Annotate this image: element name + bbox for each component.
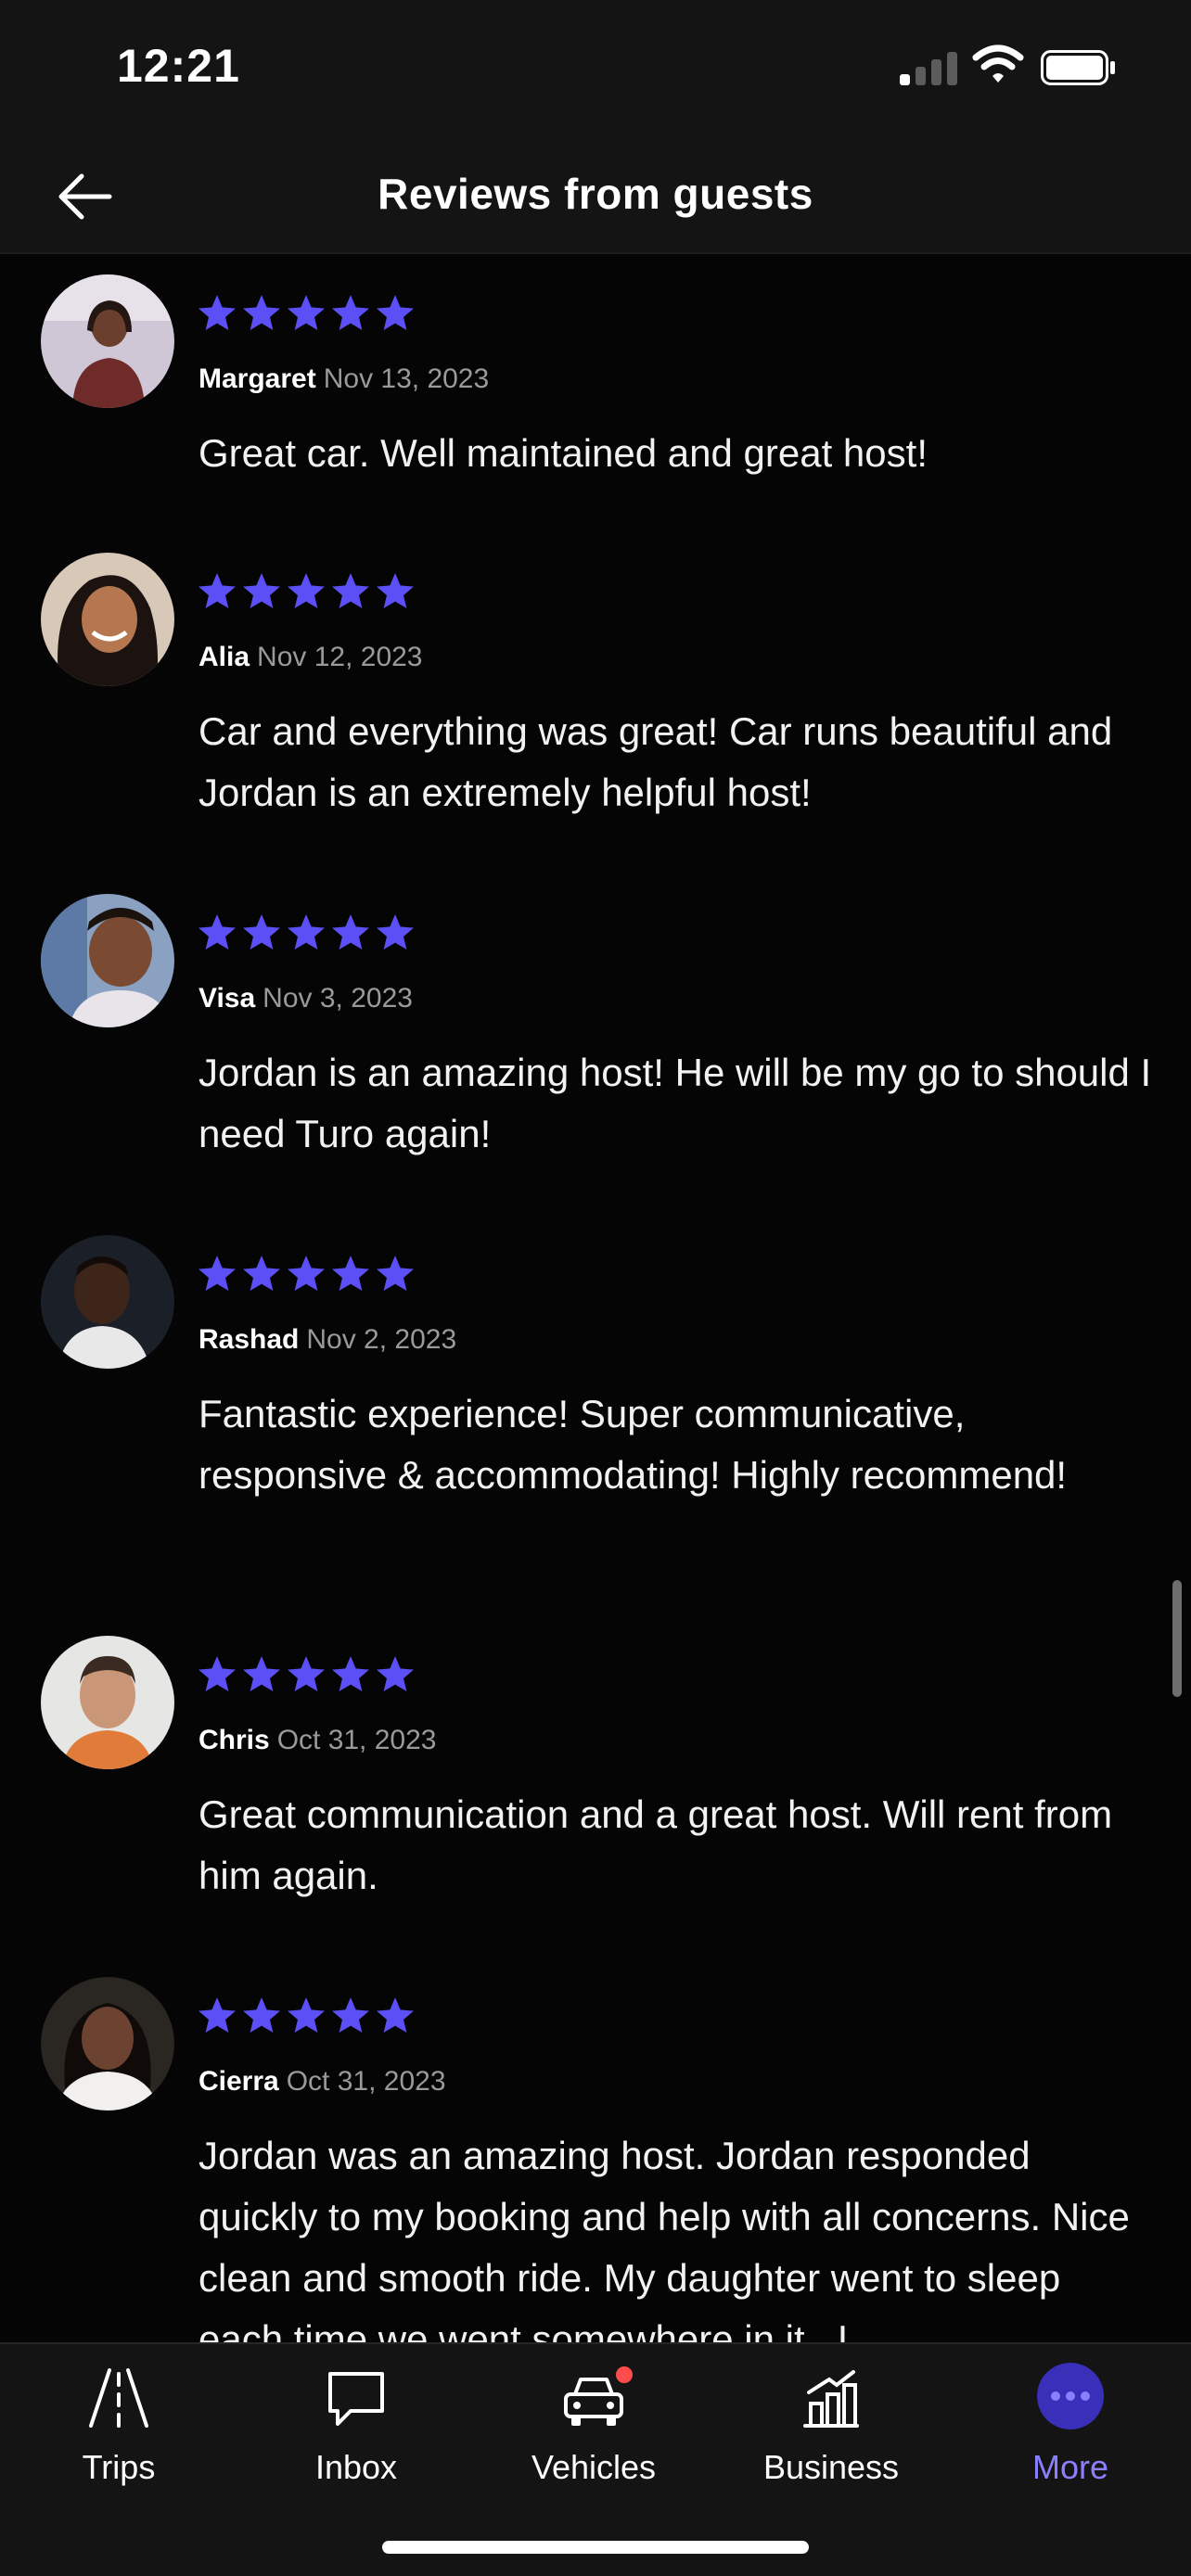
tab-label: Business [762,2448,900,2486]
page-title: Reviews from guests [378,170,813,218]
star-icon [243,295,280,330]
guest-name: Margaret [198,363,316,394]
star-icon [288,1997,325,2033]
star-icon [243,1997,280,2033]
scrollbar[interactable] [1172,1580,1182,1697]
cellular-signal-icon [900,48,957,85]
battery-icon [1041,50,1115,85]
star-icon [332,1997,369,2033]
star-icon [198,1656,236,1691]
star-rating [197,912,416,953]
review-text: Jordan was an amazing host. Jordan respo… [198,2134,1130,2342]
guest-avatar[interactable] [41,894,174,1027]
navigation-header: Reviews from guests [0,139,1191,254]
tab-business[interactable]: Business [738,2361,924,2500]
star-icon [198,295,236,330]
guest-name: Cierra [198,2066,279,2097]
star-icon [332,914,369,950]
tab-label: More [1031,2448,1109,2486]
guest-name: Alia [198,642,250,672]
tab-label: Trips [82,2448,156,2486]
wifi-icon [972,45,1024,83]
star-icon [377,1656,414,1691]
road-icon [89,2368,148,2428]
status-bar: 12:21 [0,0,1191,139]
star-rating [197,293,416,334]
review-text: Great communication and a great host. Wi… [198,1792,1113,1897]
guest-avatar[interactable] [41,1977,174,2111]
star-icon [243,914,280,950]
guest-name: Chris [198,1725,270,1755]
home-indicator[interactable] [382,2541,809,2554]
guest-avatar[interactable] [41,553,174,686]
tab-more[interactable]: More [978,2361,1163,2500]
star-icon [377,295,414,330]
review-date: Oct 31, 2023 [286,2066,446,2097]
review-date: Oct 31, 2023 [276,1725,437,1755]
star-icon [288,1256,325,1291]
star-rating [197,1996,416,2036]
status-time: 12:21 [117,40,240,92]
star-icon [198,573,236,608]
tab-label: Inbox [314,2448,398,2486]
review-date: Nov 13, 2023 [323,363,490,394]
star-icon [377,1997,414,2033]
star-icon [332,1256,369,1291]
more-dots-icon [1037,2363,1104,2429]
star-icon [332,573,369,608]
guest-avatar[interactable] [41,1636,174,1769]
star-rating [197,1654,416,1695]
star-icon [288,1656,325,1691]
star-icon [243,573,280,608]
review-date: Nov 3, 2023 [263,983,413,1014]
review-text: Jordan is an amazing host! He will be my… [198,1051,1152,1155]
review-date: Nov 2, 2023 [306,1324,457,1355]
review-date: Nov 12, 2023 [257,642,423,672]
star-icon [198,1256,236,1291]
star-icon [288,914,325,950]
guest-name: Visa [198,983,256,1014]
star-rating [197,1254,416,1294]
star-icon [198,914,236,950]
star-icon [377,573,414,608]
guest-avatar[interactable] [41,1235,174,1369]
tab-label: Vehicles [531,2448,657,2486]
tab-trips[interactable]: Trips [26,2361,211,2500]
bar-chart-icon [803,2370,859,2428]
star-icon [377,914,414,950]
star-icon [243,1256,280,1291]
star-icon [332,1656,369,1691]
chat-bubble-icon [328,2372,384,2426]
review-text: Great car. Well maintained and great hos… [198,431,928,475]
reviews-list[interactable]: Margaret Nov 13, 2023 Great car. Well mai… [0,256,1191,2342]
star-icon [377,1256,414,1291]
notification-dot [616,2366,633,2383]
tab-vehicles[interactable]: Vehicles [501,2361,686,2500]
guest-avatar[interactable] [41,274,174,408]
star-icon [198,1997,236,2033]
review-text: Fantastic experience! Super communicativ… [198,1392,1068,1497]
star-icon [243,1656,280,1691]
tab-inbox[interactable]: Inbox [263,2361,449,2500]
star-icon [288,573,325,608]
star-icon [332,295,369,330]
star-rating [197,571,416,612]
review-text: Car and everything was great! Car runs b… [198,709,1113,814]
star-icon [288,295,325,330]
guest-name: Rashad [198,1324,300,1355]
